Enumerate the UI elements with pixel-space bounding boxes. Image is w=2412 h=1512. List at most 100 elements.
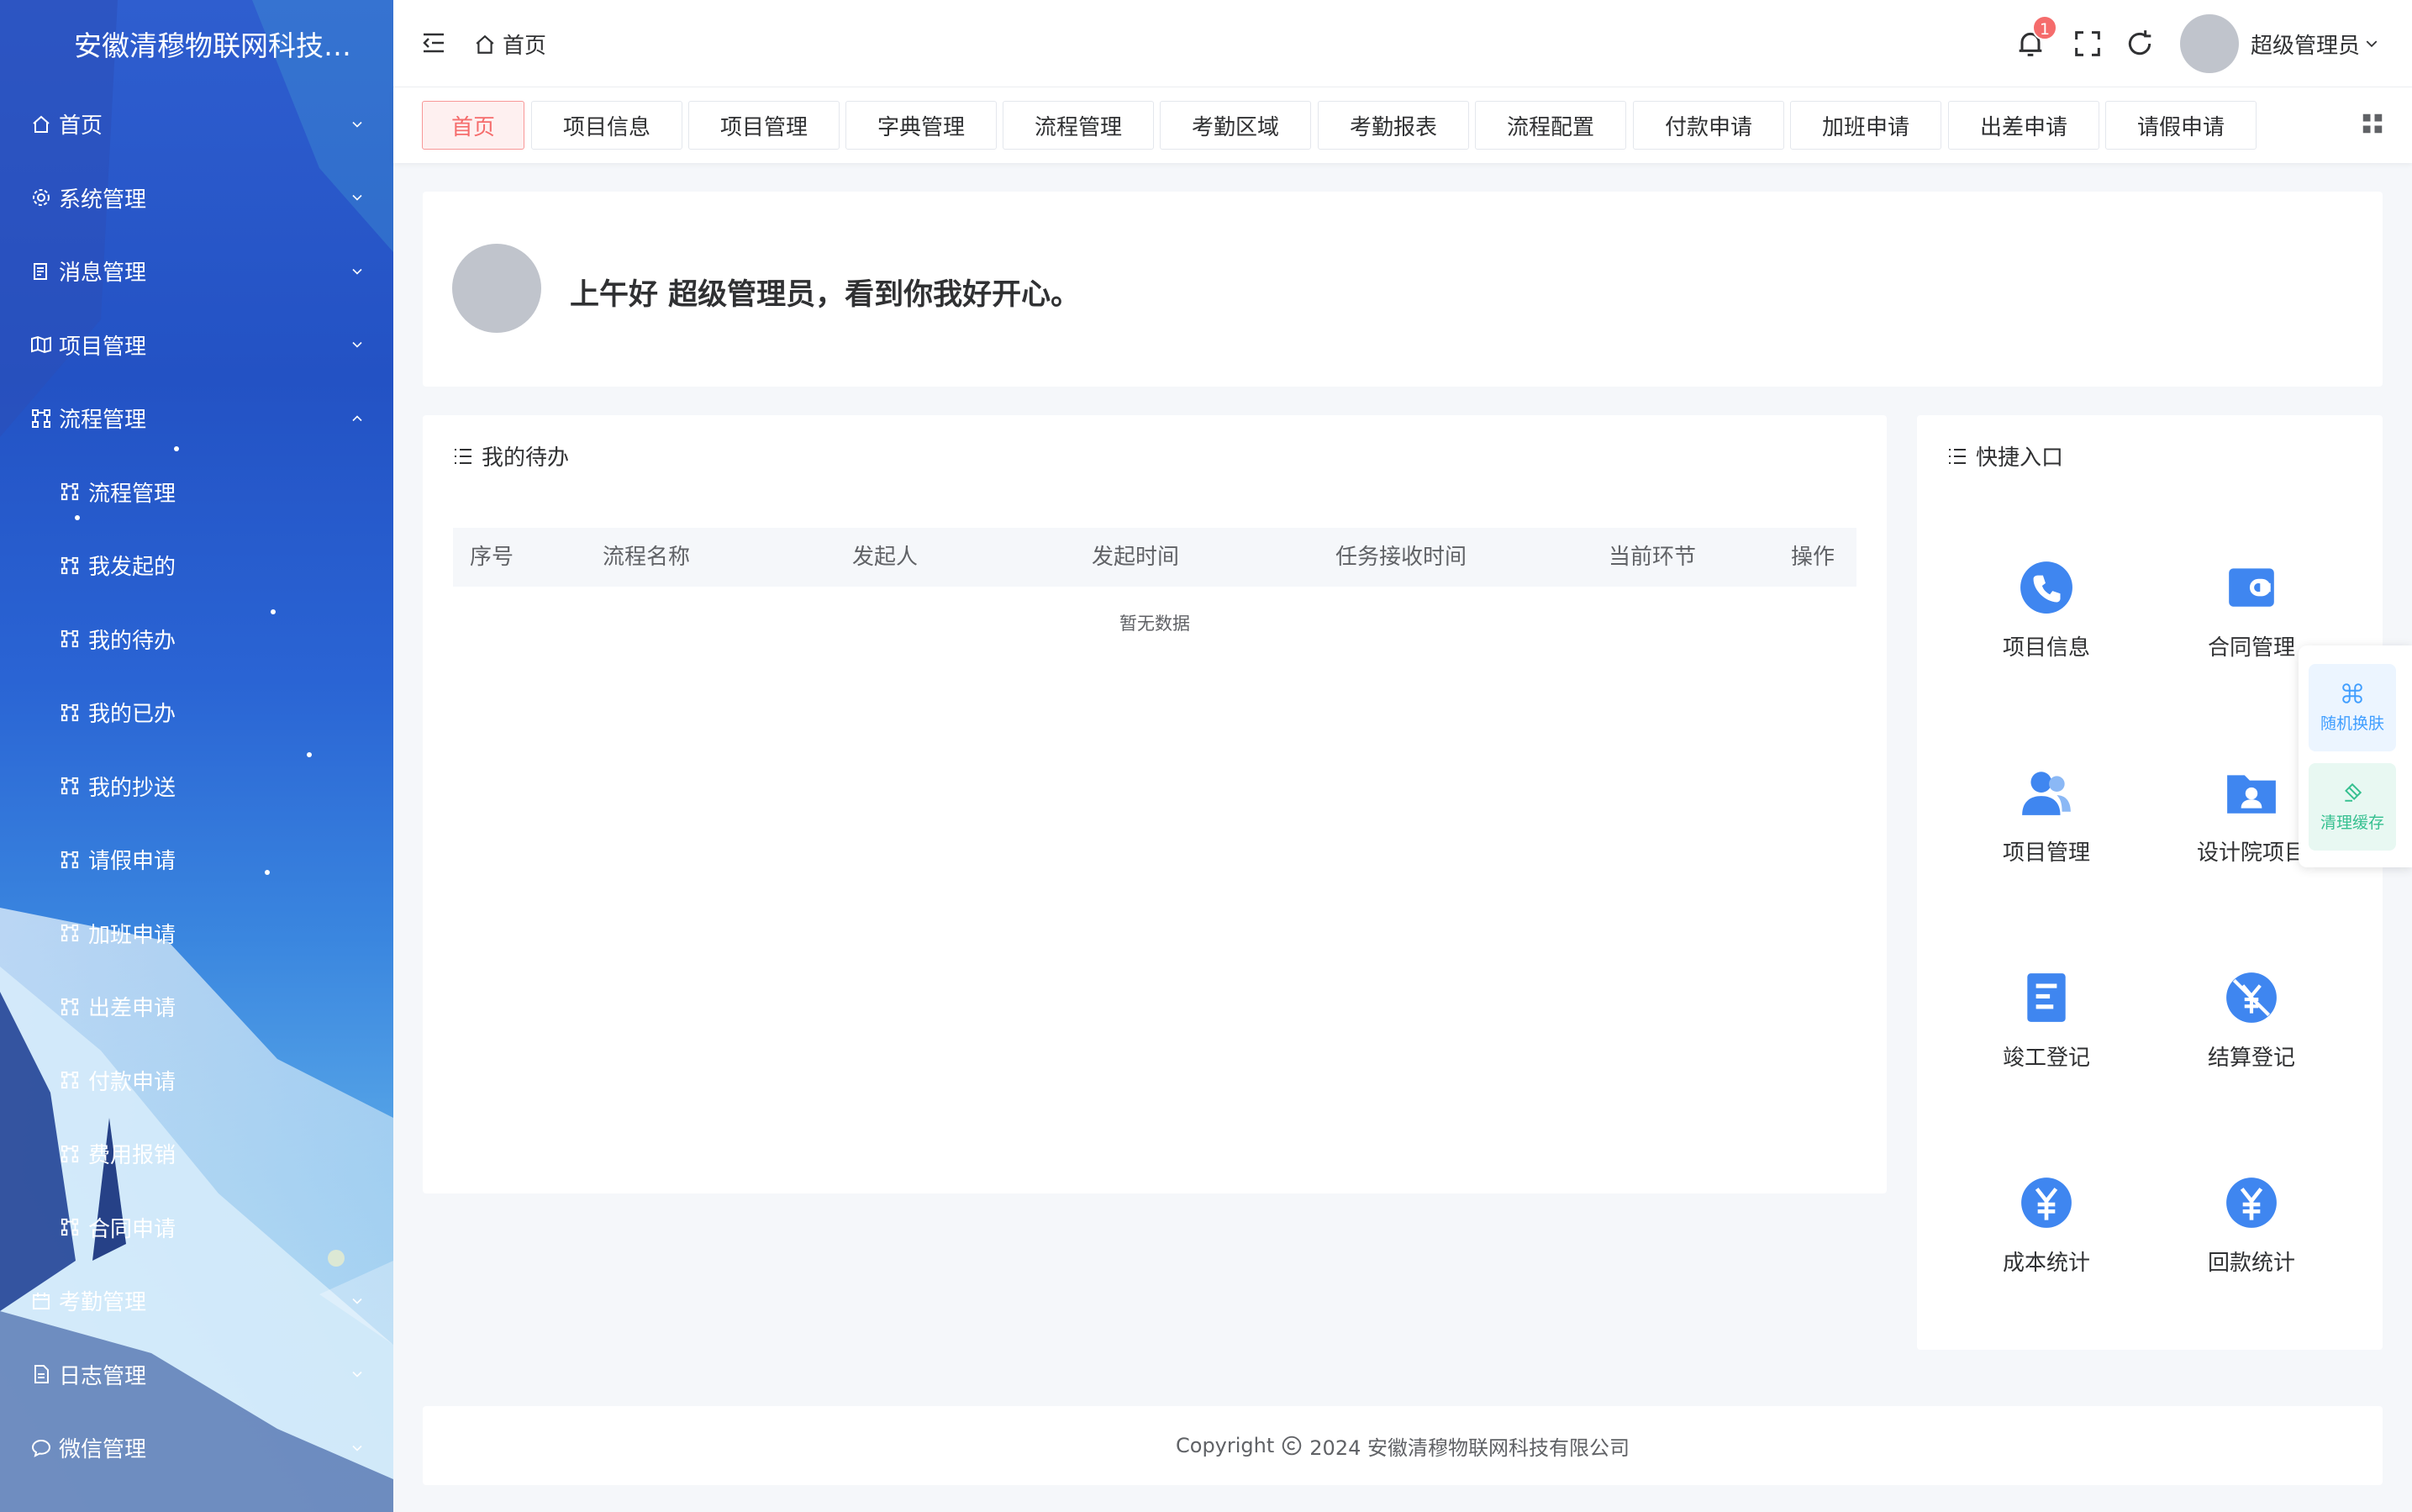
- sidebar-item-label: 消息管理: [59, 261, 147, 287]
- flow-icon: [59, 481, 81, 503]
- quick-item-project-manage[interactable]: 项目管理: [1962, 765, 2130, 867]
- chevron-down-icon: [352, 268, 362, 275]
- tab-dict-manage[interactable]: 字典管理: [845, 101, 997, 150]
- sidebar-item-system[interactable]: 系统管理: [0, 161, 393, 235]
- chevron-down-icon: [352, 1298, 362, 1304]
- copyright-text: 2024 安徽清穆物联网科技有限公司: [1309, 1436, 1630, 1460]
- copyright-label: Copyright: [1176, 1434, 1275, 1457]
- quick-item-label: 竣工登记: [2002, 1046, 2090, 1071]
- sidebar-item-home[interactable]: 首页: [0, 87, 393, 161]
- sidebar-subitem-my-todo[interactable]: 我的待办: [0, 603, 393, 677]
- tab-business-trip[interactable]: 出差申请: [1948, 101, 2099, 150]
- flow-icon: [59, 702, 81, 724]
- quick-item-label: 回款统计: [2207, 1251, 2295, 1276]
- tab-attendance-area[interactable]: 考勤区域: [1160, 101, 1311, 150]
- quick-item-payment-stats[interactable]: 回款统计: [2167, 1175, 2336, 1277]
- document-icon: [30, 261, 52, 282]
- notification-button[interactable]: 1: [2014, 15, 2057, 61]
- notification-badge: 1: [2031, 15, 2057, 40]
- sidebar-item-label: 流程管理: [88, 481, 176, 507]
- tab-project-info[interactable]: 项目信息: [531, 101, 682, 150]
- users-icon: [2022, 772, 2071, 815]
- sidebar-item-label: 系统管理: [59, 187, 147, 213]
- tab-attendance-report[interactable]: 考勤报表: [1318, 101, 1469, 150]
- sidebar-item-message[interactable]: 消息管理: [0, 234, 393, 308]
- flow-icon: [59, 775, 81, 797]
- sidebar-item-log[interactable]: 日志管理: [0, 1338, 393, 1412]
- flow-icon: [59, 628, 81, 650]
- sidebar-subitem-my-done[interactable]: 我的已办: [0, 676, 393, 750]
- sidebar-subitem-contract[interactable]: 合同申请: [0, 1191, 393, 1265]
- quick-item-label: 项目信息: [2002, 635, 2090, 661]
- card-title-text: 快捷入口: [1976, 445, 2064, 471]
- phone-icon: [2020, 561, 2072, 614]
- tab-payment[interactable]: 付款申请: [1633, 101, 1784, 150]
- command-icon: [2342, 682, 2362, 703]
- calendar-icon: [30, 1290, 52, 1312]
- flow-icon: [59, 849, 81, 871]
- gear-icon: [30, 187, 52, 208]
- tabs-menu-grid-icon[interactable]: [2360, 111, 2385, 136]
- tab-flow-manage[interactable]: 流程管理: [1003, 101, 1154, 150]
- column-header: 任务接收时间: [1335, 545, 1467, 570]
- random-skin-button[interactable]: 随机换肤: [2309, 664, 2396, 751]
- wallet-icon: [2229, 568, 2274, 607]
- tab-flow-config[interactable]: 流程配置: [1475, 101, 1626, 150]
- welcome-message: 上午好 超级管理员，看到你我好开心。: [570, 278, 1081, 312]
- sidebar-item-flow[interactable]: 流程管理: [0, 382, 393, 456]
- sidebar-item-label: 微信管理: [59, 1437, 147, 1463]
- quick-item-label: 结算登记: [2207, 1046, 2295, 1071]
- sidebar-item-label: 请假申请: [88, 849, 176, 875]
- list-icon: [455, 448, 471, 464]
- chat-icon: [30, 1437, 52, 1459]
- breadcrumb-item: 首页: [503, 34, 547, 59]
- quick-item-settlement[interactable]: 结算登记: [2167, 970, 2336, 1072]
- sidebar-subitem-expense[interactable]: 费用报销: [0, 1117, 393, 1191]
- column-header: 操作: [1791, 545, 1835, 570]
- table-header: 序号 流程名称 发起人 发起时间 任务接收时间 当前环节 操作: [453, 528, 1856, 587]
- random-skin-label: 随机换肤: [2320, 714, 2384, 733]
- tab-home[interactable]: 首页: [422, 101, 524, 150]
- log-icon: [30, 1363, 52, 1385]
- sidebar-item-label: 我的已办: [88, 702, 176, 728]
- tab-overtime[interactable]: 加班申请: [1790, 101, 1941, 150]
- quick-item-completion[interactable]: 竣工登记: [1962, 970, 2130, 1072]
- fullscreen-icon[interactable]: [2071, 27, 2104, 61]
- floating-tools: 随机换肤 清理缓存: [2299, 645, 2412, 867]
- quick-item-project-info[interactable]: 项目信息: [1962, 560, 2130, 661]
- menu-fold-icon[interactable]: [422, 32, 445, 54]
- sidebar-subitem-payment[interactable]: 付款申请: [0, 1044, 393, 1118]
- sidebar-item-label: 考勤管理: [59, 1290, 147, 1316]
- column-header: 序号: [470, 545, 514, 570]
- sidebar-item-label: 我发起的: [88, 555, 176, 581]
- column-header: 流程名称: [603, 545, 691, 570]
- eraser-icon: [2345, 782, 2362, 802]
- avatar[interactable]: [2179, 14, 2239, 73]
- sidebar-item-label: 我的待办: [88, 628, 176, 654]
- breadcrumb[interactable]: 首页: [474, 29, 546, 60]
- sidebar-subitem-overtime[interactable]: 加班申请: [0, 897, 393, 971]
- quick-item-cost-stats[interactable]: 成本统计: [1962, 1175, 2130, 1277]
- chevron-down-icon[interactable]: [2365, 37, 2378, 50]
- tab-leave[interactable]: 请假申请: [2105, 101, 2257, 150]
- sidebar-menu: 首页 系统管理 消息管理 项目管理 流程管理 流程管理 我发起的 我的待办 我的…: [0, 87, 393, 1485]
- clear-cache-button[interactable]: 清理缓存: [2309, 763, 2396, 851]
- user-name[interactable]: 超级管理员: [2251, 29, 2360, 60]
- column-header: 发起人: [852, 545, 919, 570]
- quick-item-label: 成本统计: [2002, 1251, 2090, 1276]
- refresh-icon[interactable]: [2123, 27, 2157, 61]
- sidebar-item-project[interactable]: 项目管理: [0, 308, 393, 382]
- document-list-icon: [2027, 973, 2066, 1022]
- sidebar-subitem-my-initiated[interactable]: 我发起的: [0, 529, 393, 603]
- folder-user-icon: [2227, 775, 2276, 814]
- sidebar-item-wechat[interactable]: 微信管理: [0, 1411, 393, 1485]
- sidebar-item-attendance[interactable]: 考勤管理: [0, 1264, 393, 1338]
- sidebar: 安徽清穆物联网科技有... 首页 系统管理 消息管理 项目管理 流程管理 流程管…: [0, 0, 393, 1512]
- quick-item-label: 项目管理: [2002, 840, 2090, 866]
- sidebar-subitem-my-cc[interactable]: 我的抄送: [0, 750, 393, 824]
- sidebar-subitem-leave[interactable]: 请假申请: [0, 823, 393, 897]
- tab-project-manage[interactable]: 项目管理: [688, 101, 840, 150]
- card-title: 我的待办: [453, 440, 569, 472]
- sidebar-subitem-business-trip[interactable]: 出差申请: [0, 970, 393, 1044]
- sidebar-subitem-flow-manage[interactable]: 流程管理: [0, 456, 393, 529]
